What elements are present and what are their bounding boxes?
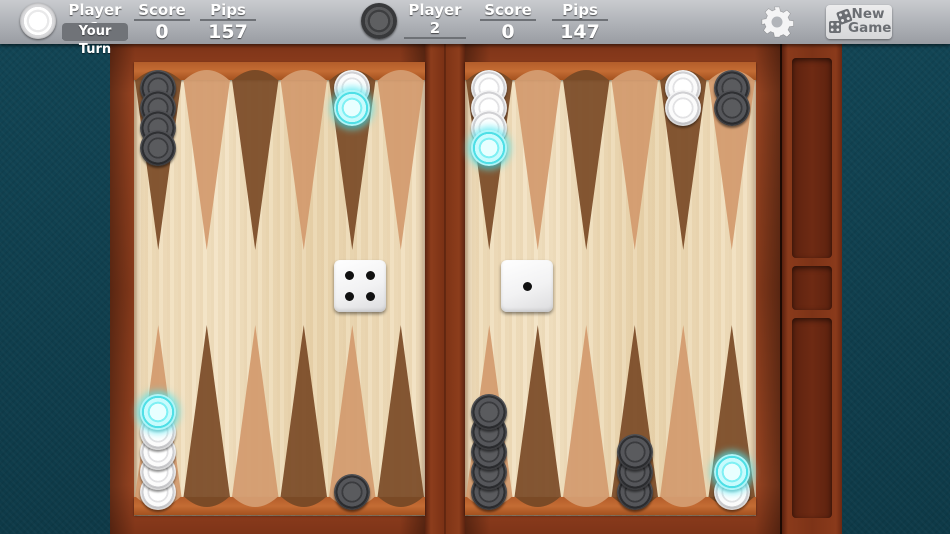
die-pip xyxy=(345,271,355,281)
player1-pips: 157 xyxy=(208,21,248,43)
player1-score: 0 xyxy=(155,21,169,43)
checker-selectable[interactable] xyxy=(471,130,508,166)
die-pip xyxy=(365,291,375,301)
checker-dark[interactable] xyxy=(140,130,177,166)
point-bottom-right-3[interactable] xyxy=(563,325,610,497)
die-left[interactable] xyxy=(334,260,386,312)
point-bottom-left-4-cap xyxy=(281,497,326,507)
point-bottom-left-3-cap xyxy=(233,497,278,507)
point-top-left-6[interactable] xyxy=(377,80,425,250)
checker-selectable[interactable] xyxy=(140,394,177,430)
new-game-button[interactable]: New Game xyxy=(826,5,892,39)
point-bottom-right-3-cap xyxy=(564,497,609,507)
player2-pips-label: Pips xyxy=(552,1,608,21)
point-bottom-left-4[interactable] xyxy=(280,325,328,497)
bear-off-slot-middle xyxy=(792,266,832,310)
point-top-right-2-cap xyxy=(515,70,560,80)
point-bottom-left-2-cap xyxy=(184,497,229,507)
point-top-right-2[interactable] xyxy=(514,80,562,250)
point-bottom-left-2[interactable] xyxy=(183,325,231,497)
point-top-left-3-cap xyxy=(233,70,278,80)
point-top-right-3-cap xyxy=(564,70,609,80)
checker-dark[interactable] xyxy=(471,394,508,430)
die-pip xyxy=(365,271,375,281)
point-bottom-right-2-cap xyxy=(515,497,560,507)
die-pip xyxy=(345,291,355,301)
point-top-left-4[interactable] xyxy=(280,80,328,250)
checker-selectable[interactable] xyxy=(334,90,371,126)
checker-selectable[interactable] xyxy=(713,454,750,490)
turn-status-badge: Your Turn xyxy=(62,23,128,57)
player2-score: 0 xyxy=(501,21,515,43)
checker-white[interactable] xyxy=(665,90,702,126)
checker-dark[interactable] xyxy=(334,474,371,510)
checker-dark[interactable] xyxy=(616,434,653,470)
point-top-right-4-cap xyxy=(612,70,657,80)
point-bottom-left-5[interactable] xyxy=(329,325,376,497)
point-bottom-right-5[interactable] xyxy=(660,325,707,497)
top-bar: Player 1 Your Turn Score 0 Pips 157 Play… xyxy=(0,0,950,57)
player2-name: Player 2 xyxy=(404,1,466,39)
die-right[interactable] xyxy=(501,260,553,312)
point-top-right-4[interactable] xyxy=(611,80,659,250)
point-top-left-6-cap xyxy=(378,70,423,80)
settings-button[interactable] xyxy=(760,5,794,39)
player1-pips-label: Pips xyxy=(200,1,256,21)
checker-dark[interactable] xyxy=(713,90,750,126)
point-bottom-left-6[interactable] xyxy=(377,325,425,497)
gear-icon xyxy=(761,6,794,38)
bear-off-tray[interactable] xyxy=(780,44,842,534)
new-game-label-line1: New xyxy=(851,6,885,22)
point-top-left-2[interactable] xyxy=(183,80,231,250)
player2-checker-icon xyxy=(361,3,397,39)
bear-off-slot-top[interactable] xyxy=(792,58,832,258)
point-top-left-2-cap xyxy=(184,70,229,80)
point-bottom-left-3[interactable] xyxy=(232,325,279,497)
point-top-left-4-cap xyxy=(281,70,326,80)
new-game-label-line2: Game xyxy=(848,20,892,36)
point-top-left-3[interactable] xyxy=(232,80,279,250)
point-bottom-right-2[interactable] xyxy=(514,325,562,497)
die-pip xyxy=(522,281,532,291)
point-bottom-left-6-cap xyxy=(378,497,423,507)
player1-score-label: Score xyxy=(134,1,190,21)
point-top-right-3[interactable] xyxy=(563,80,610,250)
bear-off-slot-bottom[interactable] xyxy=(792,318,832,518)
player1-checker-icon xyxy=(20,3,56,39)
player2-pips: 147 xyxy=(560,21,600,43)
point-bottom-right-5-cap xyxy=(661,497,706,507)
player2-score-label: Score xyxy=(480,1,536,21)
